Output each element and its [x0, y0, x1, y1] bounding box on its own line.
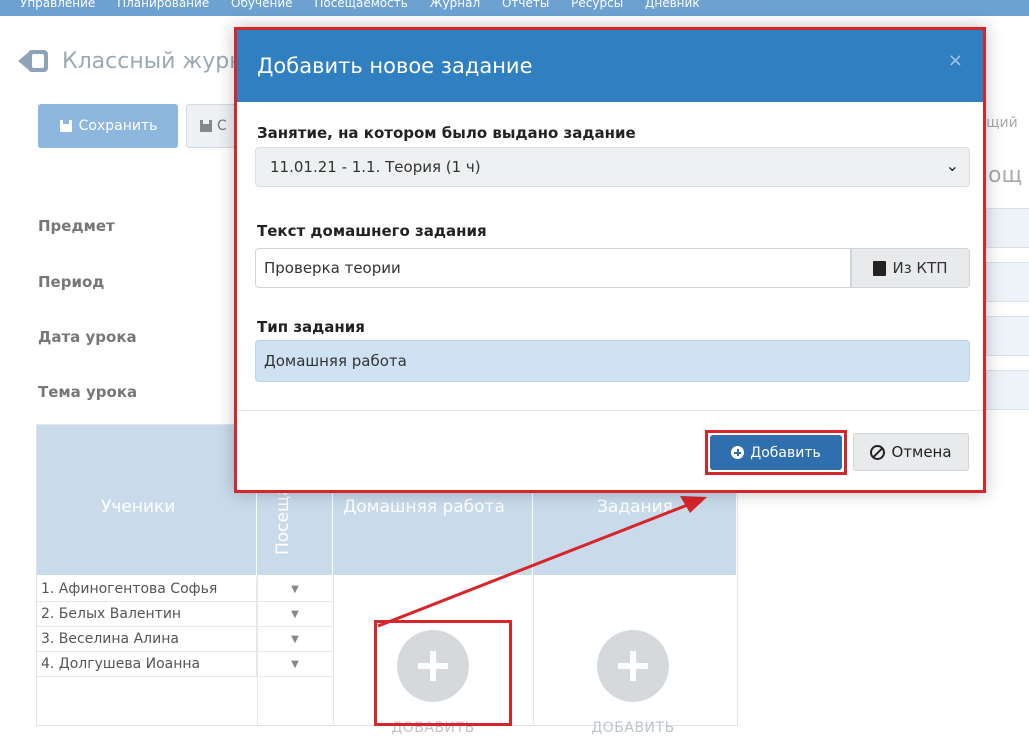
lesson-select-label: Занятие, на котором было выдано задание: [257, 124, 636, 142]
header-students-label: Ученики: [101, 497, 176, 517]
lesson-date-field[interactable]: [986, 316, 1029, 356]
right-section-title: ощ: [988, 163, 1023, 188]
cancel-button-label: Отмена: [891, 443, 952, 461]
save-button-label: Сохранить: [78, 118, 158, 134]
attendance-dropdown-icon[interactable]: ▼: [257, 659, 333, 670]
student-row: 1. Афиногентова Софья ▼: [37, 577, 333, 602]
attendance-dropdown-icon[interactable]: ▼: [257, 634, 333, 645]
lesson-date-label: Дата урока: [38, 328, 137, 346]
lesson-select[interactable]: 11.01.21 - 1.1. Теория (1 ч) ⌄: [255, 147, 970, 187]
save-button[interactable]: Сохранить: [38, 104, 178, 148]
modal-header: Добавить новое задание ×: [237, 30, 983, 102]
ban-icon: [870, 444, 886, 460]
lesson-topic-field[interactable]: [986, 370, 1029, 410]
header-attendance-label: Посещаемость: [273, 423, 293, 555]
save-icon: [200, 120, 212, 132]
student-row: 4. Долгушева Иоанна ▼: [37, 652, 333, 677]
lesson-select-value: 11.01.21 - 1.1. Теория (1 ч): [270, 158, 481, 176]
add-task-button[interactable]: ДОБАВИТЬ: [533, 630, 733, 736]
subject-label: Предмет: [38, 217, 115, 235]
save-icon: [59, 120, 72, 132]
header-students: Ученики: [37, 425, 257, 575]
header-homework-label: Домашняя работа: [343, 497, 505, 517]
subject-field[interactable]: [986, 208, 1029, 248]
cancel-button[interactable]: Отмена: [853, 433, 969, 471]
student-row: 2. Белых Валентин ▼: [37, 602, 333, 627]
from-ktp-label: Из КТП: [892, 259, 948, 277]
modal-title: Добавить новое задание: [257, 54, 533, 78]
nav-item-planning[interactable]: Планирование: [117, 0, 209, 10]
period-field[interactable]: [986, 262, 1029, 302]
top-navigation: Управление Планирование Обучение Посещае…: [0, 0, 1029, 16]
task-type-select[interactable]: Домашняя работа: [255, 340, 970, 382]
nav-item-learning[interactable]: Обучение: [231, 0, 292, 10]
student-name[interactable]: 4. Долгушева Иоанна: [37, 652, 257, 676]
plus-circle-icon: [731, 446, 745, 459]
secondary-button-label: С: [217, 118, 227, 134]
close-icon[interactable]: ×: [948, 50, 963, 71]
student-name[interactable]: 1. Афиногентова Софья: [37, 577, 257, 601]
book-icon: [873, 260, 887, 276]
attendance-dropdown-icon[interactable]: ▼: [257, 584, 333, 595]
period-label: Период: [38, 273, 105, 291]
attendance-dropdown-icon[interactable]: ▼: [257, 609, 333, 620]
add-task-label: ДОБАВИТЬ: [591, 720, 675, 736]
nav-item-management[interactable]: Управление: [20, 0, 95, 10]
plus-circle-icon: [597, 630, 669, 702]
student-name[interactable]: 2. Белых Валентин: [37, 602, 257, 626]
nav-item-reports[interactable]: Отчеты: [502, 0, 549, 10]
header-tasks-label: Задания: [597, 497, 673, 517]
nav-item-diary[interactable]: Дневник: [645, 0, 700, 10]
student-row: 3. Веселина Алина ▼: [37, 627, 333, 652]
chevron-down-icon: ⌄: [945, 156, 959, 175]
student-name[interactable]: 3. Веселина Алина: [37, 627, 257, 651]
lesson-topic-label: Тема урока: [38, 383, 138, 401]
back-arrow-icon[interactable]: [18, 48, 50, 74]
nav-item-resources[interactable]: Ресурсы: [571, 0, 623, 10]
homework-text-label: Текст домашнего задания: [257, 222, 487, 240]
nav-item-attendance[interactable]: Посещаемость: [314, 0, 407, 10]
add-button-label: Добавить: [750, 444, 821, 461]
task-type-label: Тип задания: [257, 318, 365, 336]
nav-item-journal[interactable]: Журнал: [430, 0, 481, 10]
add-homework-highlight: [374, 620, 512, 726]
column-divider: [257, 575, 258, 725]
add-button[interactable]: Добавить: [710, 435, 842, 470]
homework-text-input[interactable]: Проверка теории: [255, 248, 851, 288]
modal-divider: [237, 410, 983, 411]
homework-text-value: Проверка теории: [264, 259, 401, 277]
add-task-modal: Добавить новое задание × Занятие, на кот…: [234, 27, 986, 493]
task-type-value: Домашняя работа: [264, 352, 407, 370]
from-ktp-button[interactable]: Из КТП: [851, 248, 970, 288]
